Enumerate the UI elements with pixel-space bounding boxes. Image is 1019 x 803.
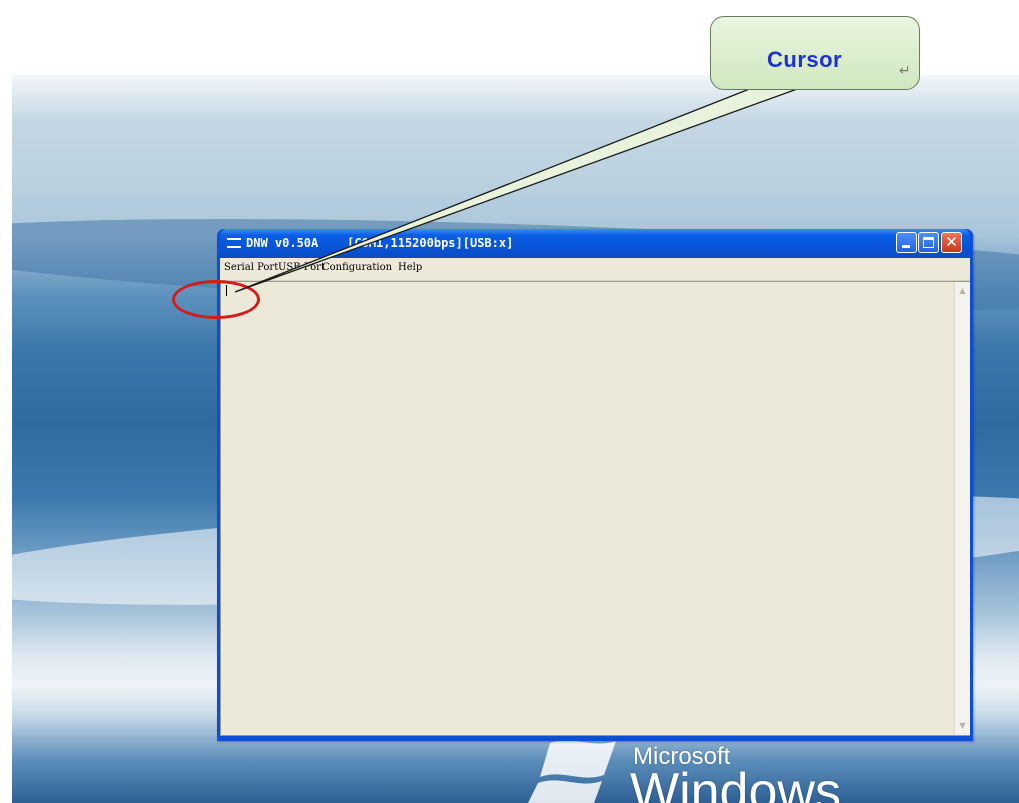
window-title: DNW v0.50A [COM1,115200bps][USB:x] [246, 236, 514, 250]
dnw-window: DNW v0.50A [COM1,115200bps][USB:x] ✕ Ser… [217, 229, 973, 741]
maximize-button[interactable] [918, 232, 939, 253]
menu-bar: Serial Port USB Port Configuration Help [220, 258, 970, 281]
menu-usb-port[interactable]: USB Port [278, 262, 325, 273]
menu-help[interactable]: Help [398, 262, 422, 273]
maximize-icon [923, 237, 934, 248]
scroll-down-arrow-icon[interactable]: ▼ [955, 719, 970, 733]
window-titlebar[interactable]: DNW v0.50A [COM1,115200bps][USB:x] ✕ [220, 229, 970, 258]
cursor-callout: Cursor ↵ [710, 16, 920, 90]
windows-flag-icon [528, 740, 616, 803]
app-icon[interactable] [227, 238, 241, 248]
menu-configuration[interactable]: Configuration [322, 262, 392, 273]
minimize-icon [902, 245, 910, 248]
minimize-button[interactable] [896, 232, 917, 253]
close-icon: ✕ [945, 233, 958, 251]
menu-serial-port[interactable]: Serial Port [224, 262, 278, 273]
scroll-up-arrow-icon[interactable]: ▲ [955, 284, 970, 298]
logo-windows-text: Windows [630, 766, 841, 803]
terminal-output-area[interactable]: ▲ ▼ [220, 281, 970, 736]
vertical-scrollbar[interactable]: ▲ ▼ [954, 282, 970, 735]
return-mark-icon: ↵ [899, 63, 911, 79]
close-button[interactable]: ✕ [941, 232, 962, 253]
cursor-highlight-circle [172, 280, 260, 319]
callout-label: Cursor [767, 47, 843, 72]
